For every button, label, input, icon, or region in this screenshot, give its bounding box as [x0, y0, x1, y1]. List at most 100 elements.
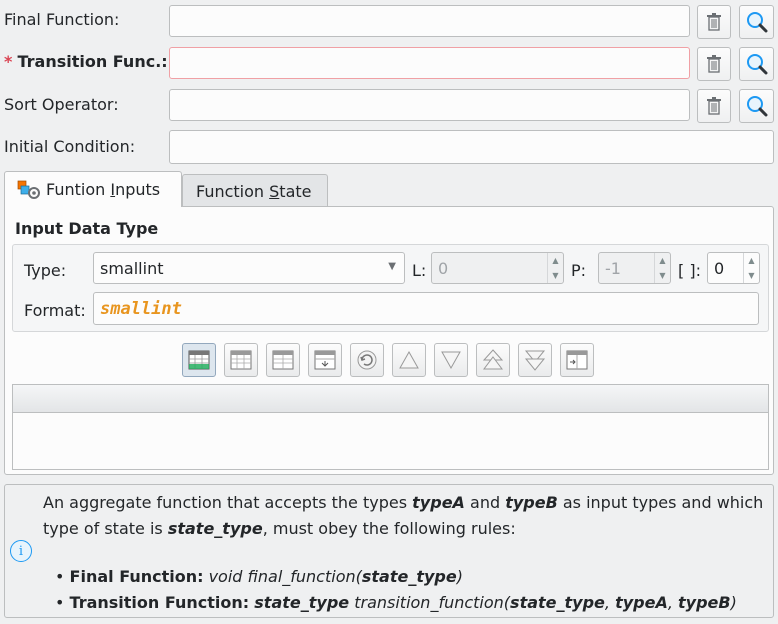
input-data-type-group: Type: smallint ▼ L: 0 ▲ ▼ P: -1 ▲ ▼ [ ]: 0… — [12, 244, 769, 332]
tab-function-inputs[interactable]: Funtion Inputs — [4, 171, 182, 207]
data-table[interactable] — [12, 384, 769, 470]
table-toolbar — [182, 343, 594, 377]
search-icon — [746, 54, 767, 75]
rule1-label: Final Function: — [69, 567, 204, 586]
precision-value: -1 — [605, 258, 621, 278]
info-rule-1: • Final Function: void final_function(st… — [55, 567, 463, 586]
type-value: smallint — [100, 258, 164, 278]
clear-transition-func-button[interactable] — [697, 47, 731, 81]
move-up-button[interactable] — [392, 343, 426, 377]
clear-sort-operator-button[interactable] — [697, 89, 731, 123]
info-text: An aggregate function that accepts the t… — [43, 490, 769, 542]
clear-final-function-button[interactable] — [697, 5, 731, 39]
tab-panel: Input Data Type Type: smallint ▼ L: 0 ▲ ▼… — [4, 206, 774, 475]
table-header — [13, 385, 768, 413]
arrow-up-icon — [399, 350, 419, 369]
move-bottom-button[interactable] — [518, 343, 552, 377]
sort-operator-input[interactable] — [169, 89, 690, 121]
info-text-segment: , — [604, 593, 616, 612]
transition-func-label: Transition Func.: — [17, 52, 168, 71]
trash-icon — [707, 97, 721, 115]
spin-up-icon: ▲ — [748, 256, 755, 265]
spin-down-icon: ▼ — [552, 271, 559, 280]
copy-row-button[interactable] — [560, 343, 594, 377]
length-label: L: — [412, 261, 427, 280]
sort-operator-label: Sort Operator: — [4, 95, 119, 114]
info-state-type: state_type — [167, 519, 263, 538]
initial-condition-label: Initial Condition: — [4, 137, 136, 156]
arrow-bottom-icon — [524, 350, 546, 371]
required-mark: * — [4, 52, 13, 71]
dimension-label: [ ]: — [678, 261, 701, 280]
info-text-segment: An aggregate function that accepts the t… — [43, 493, 413, 512]
search-final-function-button[interactable] — [739, 5, 774, 39]
info-box: i An aggregate function that accepts the… — [4, 484, 774, 618]
trash-icon — [707, 13, 721, 31]
function-inputs-icon — [17, 180, 40, 199]
search-icon — [746, 12, 767, 33]
search-sort-operator-button[interactable] — [739, 89, 774, 123]
info-text-segment: ) — [730, 593, 737, 612]
info-line-2: type of state is state_type, must obey t… — [43, 516, 769, 542]
remove-row-button[interactable] — [224, 343, 258, 377]
final-function-input[interactable] — [169, 5, 690, 37]
info-text-segment: transition_function( — [349, 593, 511, 612]
search-transition-func-button[interactable] — [739, 47, 774, 81]
spin-up-icon: ▲ — [659, 256, 666, 265]
info-text-segment: ) — [456, 567, 463, 586]
type-combobox[interactable]: smallint ▼ — [93, 252, 405, 284]
add-row-button[interactable] — [182, 343, 216, 377]
tab-function-state-label: Function State — [196, 181, 312, 201]
table-clear-icon — [272, 350, 294, 370]
refresh-icon — [357, 350, 377, 370]
chevron-down-icon: ▼ — [388, 261, 396, 272]
clear-table-button[interactable] — [266, 343, 300, 377]
length-spin-arrows[interactable]: ▲ ▼ — [547, 253, 563, 283]
arrow-top-icon — [482, 349, 504, 370]
spin-down-icon: ▼ — [659, 271, 666, 280]
move-top-button[interactable] — [476, 343, 510, 377]
type-label: Type: — [24, 261, 67, 280]
final-function-label: Final Function: — [4, 10, 120, 29]
format-value: smallint — [100, 299, 182, 319]
spin-up-icon: ▲ — [552, 256, 559, 265]
move-down-button[interactable] — [434, 343, 468, 377]
dimension-spinbox[interactable]: 0 ▲ ▼ — [707, 252, 760, 284]
info-text-segment: , must obey the following rules: — [262, 519, 516, 538]
edit-row-button[interactable] — [308, 343, 342, 377]
info-text-segment: as input types and which — [557, 493, 764, 512]
arrow-down-icon — [441, 351, 461, 370]
spin-down-icon: ▼ — [748, 271, 755, 280]
trash-icon — [707, 55, 721, 73]
info-text-segment: typeA — [615, 593, 668, 612]
info-text-segment: state_type — [254, 593, 350, 612]
dimension-value: 0 — [714, 258, 725, 278]
initial-condition-input[interactable] — [169, 130, 774, 164]
length-value: 0 — [438, 258, 449, 278]
info-text-segment: state_type — [510, 593, 605, 612]
info-type-a: typeA — [412, 493, 465, 512]
tab-function-state[interactable]: Function State — [182, 174, 328, 207]
info-text-segment: void final_function( — [203, 567, 362, 586]
length-spinbox[interactable]: 0 ▲ ▼ — [431, 252, 564, 284]
info-line-1: An aggregate function that accepts the t… — [43, 490, 769, 516]
tab-function-inputs-label: Funtion Inputs — [46, 180, 161, 199]
transition-func-label-wrap: * Transition Func.: — [4, 52, 168, 71]
info-icon: i — [10, 540, 32, 562]
info-text-segment: , — [667, 593, 679, 612]
rule2-label: Transition Function: — [69, 593, 250, 612]
dimension-spin-arrows[interactable]: ▲ ▼ — [743, 253, 759, 283]
transition-func-input[interactable] — [169, 47, 690, 79]
info-text-segment: typeB — [678, 593, 731, 612]
precision-spinbox[interactable]: -1 ▲ ▼ — [598, 252, 671, 284]
precision-spin-arrows[interactable]: ▲ ▼ — [654, 253, 670, 283]
info-text-segment: and — [464, 493, 506, 512]
format-label: Format: — [24, 301, 86, 320]
info-type-b: typeB — [505, 493, 558, 512]
info-rules: • Final Function: void final_function(st… — [55, 564, 769, 616]
info-rule-2: • Transition Function: state_type transi… — [55, 593, 737, 612]
info-text-segment: state_type — [361, 567, 457, 586]
search-icon — [746, 96, 767, 117]
refresh-button[interactable] — [350, 343, 384, 377]
info-text-segment: type of state is — [43, 519, 168, 538]
